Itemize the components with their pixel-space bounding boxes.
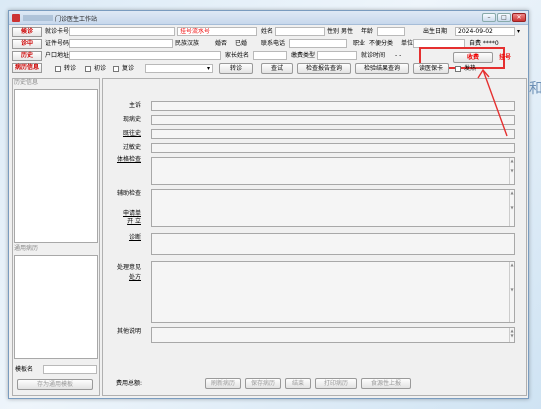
partial-background-character: 和	[529, 81, 541, 97]
annotation-arrow	[477, 68, 508, 137]
annotation-arrow-head	[477, 68, 490, 79]
annotation-arrow-line	[482, 69, 508, 137]
